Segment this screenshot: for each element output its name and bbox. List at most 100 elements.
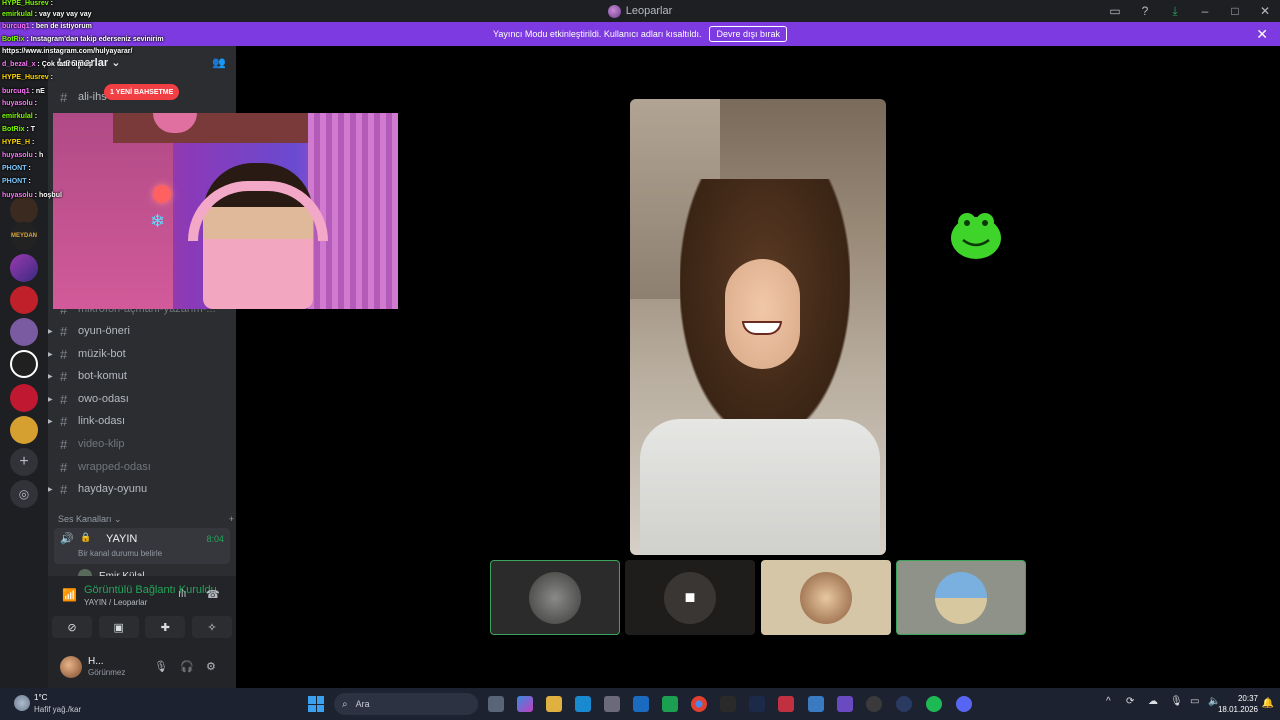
- chat-message: PHONT :: [2, 178, 31, 185]
- voice-channel-name: YAYIN: [106, 533, 138, 545]
- network-icon[interactable]: ▭: [1190, 696, 1199, 707]
- start-button[interactable]: [308, 696, 324, 712]
- chat-username: BotRix: [2, 36, 25, 43]
- spotify-icon[interactable]: [926, 696, 942, 712]
- headphones-icon[interactable]: 🎧: [180, 660, 194, 673]
- server-icon[interactable]: [10, 254, 38, 282]
- explore-icon[interactable]: ◎: [10, 480, 38, 508]
- chat-text: vay vay vay vay: [38, 11, 92, 18]
- soundboard-button[interactable]: ✧: [191, 616, 232, 638]
- chat-message: emirkulal :: [2, 113, 38, 120]
- server-icon[interactable]: [10, 350, 38, 378]
- chat-message: BotRix : Instagram'dan takip ederseniz s…: [2, 36, 164, 43]
- connection-channel[interactable]: YAYIN / Leoparlar: [84, 598, 147, 607]
- task-view-icon[interactable]: [488, 696, 504, 712]
- maximize-button[interactable]: □: [1220, 0, 1250, 22]
- chat-username: huyasolu: [2, 100, 33, 107]
- channel-item[interactable]: ▶ # hayday-oyunu: [48, 478, 236, 500]
- voice-category[interactable]: Ses Kanalları ⌄ +: [58, 514, 234, 525]
- server-icon[interactable]: [10, 416, 38, 444]
- channel-item[interactable]: ▶ # owo-odası: [48, 388, 236, 410]
- speaker-icon: 🔊: [60, 533, 74, 545]
- help-icon[interactable]: ?: [1130, 0, 1160, 22]
- microphone-icon[interactable]: 🎙: [154, 660, 168, 673]
- taskbar-search[interactable]: ⌕ Ara: [334, 693, 478, 715]
- chat-text: hoşbul: [38, 192, 62, 199]
- clock[interactable]: 20:37 18.01.2026: [1218, 693, 1258, 715]
- chrome-icon[interactable]: [691, 696, 707, 712]
- chat-text: T: [30, 126, 36, 133]
- app-icon[interactable]: [896, 696, 912, 712]
- add-server-icon[interactable]: +: [10, 448, 38, 476]
- chat-username: d_bezal_x: [2, 61, 36, 68]
- anydesk-icon[interactable]: [778, 696, 794, 712]
- close-button[interactable]: ✕: [1250, 0, 1280, 22]
- channel-item[interactable]: ▶ # link-odası: [48, 410, 236, 432]
- notification-icon[interactable]: 🔔: [1262, 698, 1274, 709]
- channel-status[interactable]: Bir kanal durumu belirle: [78, 549, 162, 558]
- channel-item[interactable]: ▶ # bot-komut: [48, 365, 236, 387]
- channel-item[interactable]: # wrapped-odası: [48, 456, 236, 478]
- stream-chat-overlay: HYPE_Husrev : emirkulal : vay vay vay vay…: [0, 0, 200, 205]
- cloud-icon[interactable]: ☁: [1148, 696, 1158, 707]
- disable-streamer-mode-button[interactable]: Devre dışı bırak: [709, 26, 787, 42]
- chevron-up-icon[interactable]: ^: [1106, 696, 1111, 707]
- add-channel-icon[interactable]: +: [229, 514, 234, 525]
- main-video-feed[interactable]: [630, 99, 886, 555]
- hash-icon: #: [60, 323, 68, 339]
- chat-text: h: [38, 152, 44, 159]
- disconnect-icon[interactable]: ☎: [206, 588, 220, 601]
- epic-games-icon[interactable]: [720, 696, 736, 712]
- server-icon[interactable]: [10, 318, 38, 346]
- chat-username: HYPE_Husrev: [2, 0, 49, 7]
- gear-icon[interactable]: ⚙: [206, 660, 216, 673]
- snowflake-icon: ❄: [150, 211, 166, 231]
- channel-item[interactable]: ▶ # oyun-öneri: [48, 320, 236, 342]
- avatar: [529, 571, 581, 624]
- screen-share-button[interactable]: ▣: [98, 616, 139, 638]
- participant-tile[interactable]: [896, 560, 1026, 635]
- participant-tile[interactable]: ■: [625, 560, 755, 635]
- voice-channel[interactable]: 🔊 🔒 YAYIN 8:04 Bir kanal durumu belirle: [54, 528, 230, 564]
- app-icon[interactable]: [837, 696, 853, 712]
- close-icon[interactable]: ✕: [1256, 26, 1268, 43]
- avatar[interactable]: [60, 656, 82, 678]
- hash-icon: #: [60, 413, 68, 429]
- obs-icon[interactable]: [866, 696, 882, 712]
- edge-icon[interactable]: [575, 696, 591, 712]
- chat-message: huyasolu : hoşbul: [2, 192, 62, 199]
- hash-icon: #: [60, 391, 68, 407]
- add-member-icon[interactable]: 👥: [212, 56, 226, 69]
- frog-emoji-icon: [951, 213, 1001, 259]
- signal-icon[interactable]: 📶: [62, 588, 77, 602]
- server-icon[interactable]: [10, 286, 38, 314]
- inbox-icon[interactable]: ▭: [1100, 0, 1130, 22]
- xbox-icon[interactable]: [662, 696, 678, 712]
- app-icon[interactable]: [808, 696, 824, 712]
- chat-text: https://www.instagram.com/hulyayarar/: [2, 48, 133, 55]
- noise-suppression-icon[interactable]: ılı: [178, 588, 187, 600]
- download-icon[interactable]: ⤓: [1160, 0, 1190, 22]
- copilot-icon[interactable]: [517, 696, 533, 712]
- channel-item[interactable]: ▶ # müzik-bot: [48, 343, 236, 365]
- user-panel: H... Görünmez 🎙 🎧 ⚙: [48, 648, 236, 688]
- server-icon[interactable]: [10, 384, 38, 412]
- steam-icon[interactable]: [749, 696, 765, 712]
- participant-tile[interactable]: [490, 560, 620, 635]
- chat-text: Çok tatlı olmuş: [41, 61, 92, 68]
- tray-icon[interactable]: ⟳: [1126, 696, 1134, 707]
- discord-icon[interactable]: [956, 696, 972, 712]
- outlook-icon[interactable]: [633, 696, 649, 712]
- weather-icon[interactable]: [14, 695, 30, 711]
- avatar: [800, 571, 852, 624]
- store-icon[interactable]: [604, 696, 620, 712]
- microphone-icon[interactable]: 🎙: [1170, 696, 1183, 707]
- channel-item[interactable]: # video-klip: [48, 433, 236, 455]
- chat-message: https://www.instagram.com/hulyayarar/: [2, 48, 132, 55]
- participant-tile[interactable]: [761, 560, 891, 635]
- camera-off-button[interactable]: ⊘: [52, 616, 92, 638]
- server-meydan[interactable]: MEYDAN: [10, 222, 38, 250]
- activities-button[interactable]: ✚: [145, 616, 186, 638]
- minimize-button[interactable]: –: [1190, 0, 1220, 22]
- file-explorer-icon[interactable]: [546, 696, 562, 712]
